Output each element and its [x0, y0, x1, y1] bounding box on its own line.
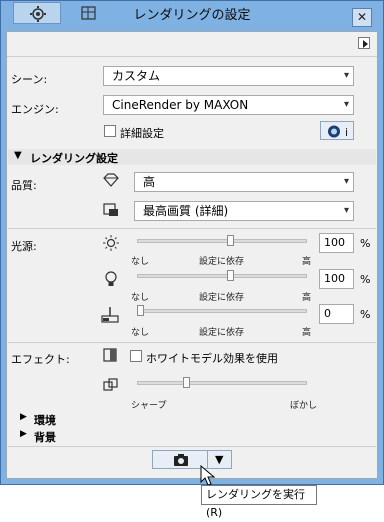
scene-label: シーン:	[11, 73, 48, 86]
chevron-down-icon: ▾	[343, 99, 349, 110]
rendering-settings-title: レンダリング設定	[30, 152, 118, 165]
light-2-mid-label: 設定に依存	[199, 293, 245, 303]
engine-label: エンジン:	[11, 103, 59, 116]
light-3-unit: %	[360, 308, 371, 321]
engine-dropdown[interactable]: CineRender by MAXON ▾	[103, 95, 354, 115]
tooltip: レンダリングを実行(R)	[201, 485, 317, 519]
triangle-right-icon: ▶	[20, 429, 27, 439]
tab-view[interactable]	[70, 2, 106, 24]
light-slider-2-thumb[interactable]	[226, 270, 234, 281]
quality-value: 高	[143, 175, 156, 189]
sun-icon	[103, 235, 119, 251]
scene-value: カスタム	[112, 69, 161, 83]
light-2-max-label: 高	[302, 293, 312, 303]
light-1-mid-label: 設定に依存	[199, 257, 245, 267]
tab-settings[interactable]	[13, 2, 61, 24]
light-slider-1[interactable]	[137, 239, 307, 243]
close-button[interactable]: ✕	[352, 8, 372, 27]
light-1-max-label: 高	[302, 257, 312, 267]
white-model-checkbox[interactable]	[130, 350, 142, 362]
cinema4d-info-icon: i	[328, 125, 348, 139]
light-label: 光源:	[11, 240, 37, 253]
chevron-down-icon: ▼	[215, 453, 224, 466]
detail-settings-checkbox[interactable]	[104, 125, 116, 137]
triangle-down-icon: ▼	[14, 150, 22, 161]
quality-dropdown[interactable]: 高 ▾	[134, 172, 354, 192]
light-slider-1-thumb[interactable]	[226, 235, 234, 246]
effects-slider-thumb[interactable]	[182, 377, 190, 388]
engine-info-button[interactable]: i	[320, 121, 354, 140]
light-3-value-field[interactable]: 0	[319, 304, 354, 324]
triangle-right-icon: ▶	[20, 412, 27, 422]
chevron-down-icon: ▾	[343, 205, 349, 216]
light-1-unit: %	[360, 237, 371, 250]
image-quality-icon	[103, 203, 118, 216]
chevron-down-icon: ▾	[343, 176, 349, 187]
mouse-cursor-icon	[200, 465, 216, 486]
grid-icon	[81, 6, 96, 20]
engine-value: CineRender by MAXON	[112, 98, 249, 112]
effects-max-label: ぼかし	[290, 401, 318, 411]
light-2-value-field[interactable]: 100	[319, 269, 354, 289]
light-3-max-label: 高	[302, 328, 312, 338]
detail-settings-label: 詳細設定	[120, 127, 164, 140]
light-3-mid-label: 設定に依存	[199, 328, 245, 338]
effects-min-label: シャープ	[131, 401, 167, 411]
effects-slider[interactable]	[137, 381, 307, 385]
scene-dropdown[interactable]: カスタム ▾	[103, 66, 354, 86]
light-slider-3-thumb[interactable]	[137, 305, 144, 316]
light-slider-3[interactable]	[137, 309, 307, 313]
separator	[8, 228, 376, 229]
quality-label: 品質:	[11, 179, 37, 192]
environment-title: 環境	[34, 414, 56, 427]
light-1-value-field[interactable]: 100	[319, 233, 354, 253]
image-quality-dropdown[interactable]: 最高画質 (詳細) ▾	[134, 201, 354, 221]
light-2-unit: %	[360, 273, 371, 286]
light-3-min-label: なし	[131, 328, 150, 338]
separator	[8, 446, 376, 447]
gear-icon	[30, 6, 46, 22]
blur-icon	[103, 378, 118, 391]
background-section-header[interactable]: ▶ 背景	[8, 428, 376, 444]
light-fixture-icon	[101, 307, 119, 323]
rendering-settings-header[interactable]: ▼ レンダリング設定	[8, 149, 376, 165]
svg-text:i: i	[345, 126, 348, 139]
effects-label: エフェクト:	[11, 353, 70, 366]
environment-section-header[interactable]: ▶ 環境	[8, 411, 376, 427]
chevron-down-icon: ▾	[343, 70, 349, 81]
triangle-right-icon	[363, 40, 368, 48]
panel-menu-button[interactable]	[358, 37, 370, 49]
tab-bar	[7, 32, 377, 57]
background-title: 背景	[34, 431, 56, 444]
light-2-min-label: なし	[131, 293, 150, 303]
diamond-icon	[103, 173, 119, 187]
image-quality-value: 最高画質 (詳細)	[143, 204, 229, 218]
white-model-label: ホワイトモデル効果を使用	[146, 352, 278, 365]
bulb-icon	[105, 271, 117, 286]
light-1-min-label: なし	[131, 257, 150, 267]
separator	[8, 342, 376, 343]
light-slider-2[interactable]	[137, 274, 307, 278]
white-model-icon	[103, 348, 117, 362]
